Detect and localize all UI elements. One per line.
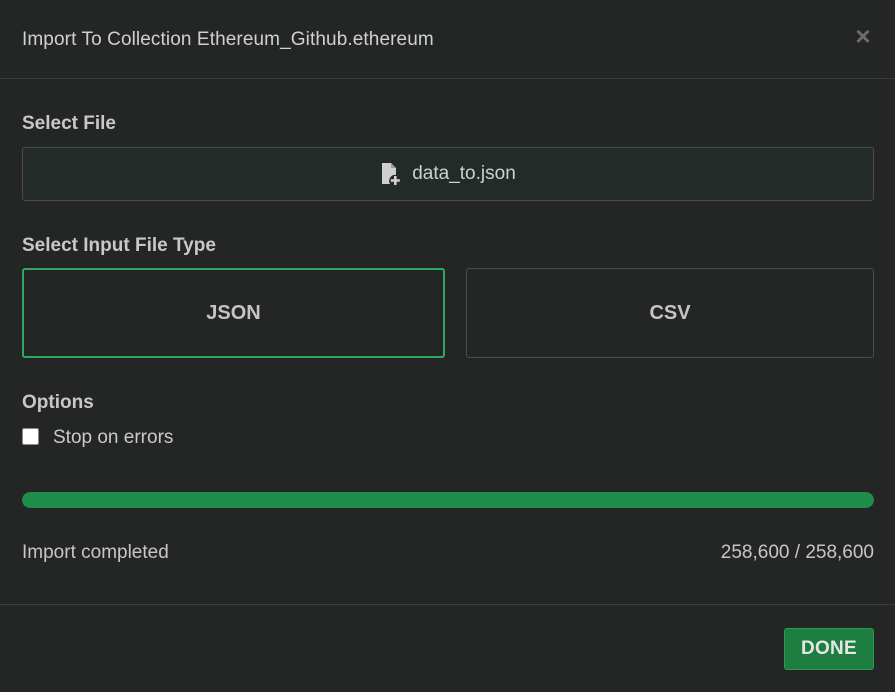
import-dialog: Import To Collection Ethereum_Github.eth… [0, 0, 895, 692]
type-json-button[interactable]: JSON [22, 268, 445, 358]
dialog-footer: DONE [0, 604, 895, 692]
file-select-button[interactable]: data_to.json [22, 147, 874, 201]
dialog-title: Import To Collection Ethereum_Github.eth… [22, 29, 434, 50]
import-count: 258,600 / 258,600 [720, 542, 874, 563]
dialog-header: Import To Collection Ethereum_Github.eth… [0, 0, 895, 79]
progress-bar-fill [22, 492, 874, 508]
stop-on-errors-row: Stop on errors [22, 427, 173, 449]
file-add-icon [380, 162, 402, 186]
select-type-label: Select Input File Type [22, 235, 216, 256]
close-icon[interactable]: × [853, 23, 873, 49]
progress-bar [22, 492, 874, 508]
done-button[interactable]: DONE [784, 628, 874, 670]
type-csv-button[interactable]: CSV [466, 268, 874, 358]
options-label: Options [22, 392, 94, 413]
file-name: data_to.json [412, 163, 516, 184]
stop-on-errors-checkbox[interactable] [22, 427, 39, 445]
import-status: Import completed [22, 542, 169, 563]
stop-on-errors-label: Stop on errors [53, 427, 174, 448]
select-file-label: Select File [22, 113, 116, 134]
